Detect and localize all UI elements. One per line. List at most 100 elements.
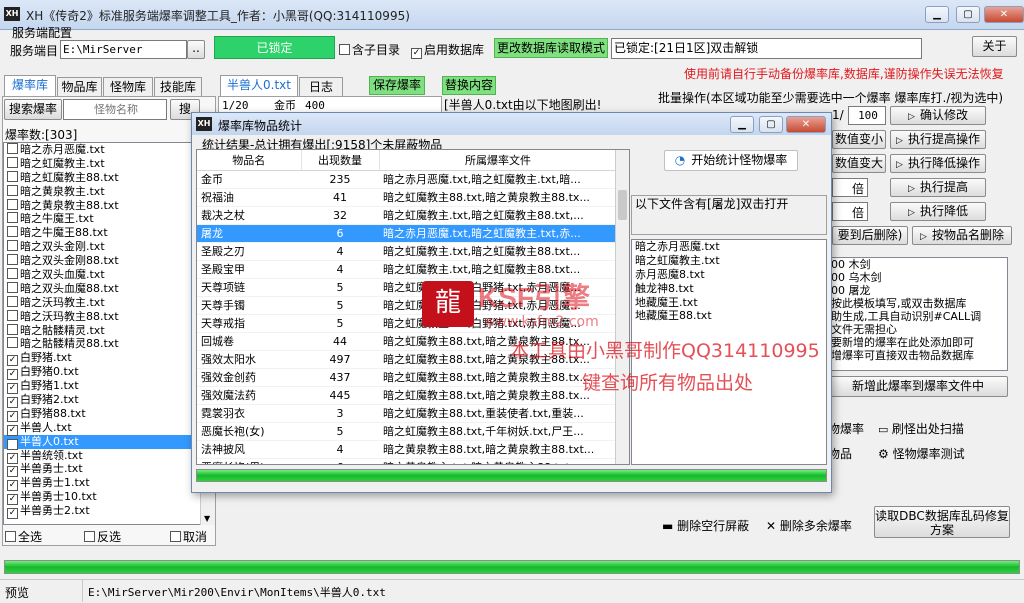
tab-drop-library[interactable]: 爆率库	[4, 75, 56, 97]
locked-status-field[interactable]: 已锁定:[21日1区]双击解锁	[611, 38, 922, 59]
exec-lower-button[interactable]: ▷ 执行降低	[890, 202, 986, 221]
stats-row[interactable]: 恶魔长袍(男)6暗之黄泉教主.txt,暗之黄泉教主88.txt,...	[197, 458, 617, 464]
drop-file-item[interactable]: 暗之黄泉教主.txt	[4, 184, 214, 199]
save-drop-button[interactable]: 保存爆率	[369, 76, 425, 95]
delete-by-name-button[interactable]: ▷ 按物品名删除	[912, 226, 1012, 245]
file-checkbox[interactable]	[7, 268, 18, 280]
drop-file-item[interactable]: ✓ 白野猪2.txt	[4, 393, 214, 409]
containing-file-item[interactable]: 触龙神8.txt	[632, 282, 826, 296]
drop-file-item[interactable]: 暗之牛魔王.txt	[4, 212, 214, 226]
select-all-checkbox[interactable]: 全选	[5, 528, 42, 545]
drop-file-item[interactable]: 暗之黄泉教主88.txt	[4, 198, 214, 213]
drop-file-item[interactable]: ✓ 半兽勇士1.txt	[4, 476, 214, 492]
server-dir-input[interactable]: E:\MirServer	[60, 40, 187, 59]
drop-file-item[interactable]: 暗之虹魔教主88.txt	[4, 170, 214, 185]
browse-button[interactable]: ..	[187, 40, 205, 59]
file-checkbox[interactable]	[7, 254, 18, 266]
batch-ratio-input[interactable]: 100	[848, 106, 886, 125]
tab-monster-library[interactable]: 怪物库	[103, 77, 153, 97]
monster-name-input[interactable]	[63, 99, 167, 120]
search-drop-button[interactable]: 搜索爆率	[4, 99, 62, 120]
file-checkbox[interactable]	[7, 212, 18, 224]
file-checkbox[interactable]: ✓	[7, 508, 18, 520]
stats-row[interactable]: 圣殿之刃 4 暗之虹魔教主.txt,暗之虹魔教主88.txt...	[197, 242, 617, 261]
maximize-button[interactable]: ▢	[956, 6, 980, 23]
stats-table-scrollbar[interactable]	[615, 150, 629, 464]
delete-extra-drop-button[interactable]: ✕ 删除多余爆率	[766, 517, 852, 534]
drop-file-item[interactable]: ✓ 白野猪0.txt	[4, 365, 214, 381]
drop-file-item[interactable]: ✓ 半兽人.txt	[4, 421, 214, 436]
containing-file-item[interactable]: 赤月恶魔8.txt	[632, 268, 826, 282]
file-checkbox[interactable]	[7, 295, 18, 307]
stats-row[interactable]: 强效金创药 437 暗之虹魔教主88.txt,暗之黄泉教主88.tx...	[197, 368, 617, 387]
file-checkbox[interactable]	[7, 226, 18, 238]
value-smaller-button[interactable]: 数值变小	[832, 130, 886, 149]
drop-file-item[interactable]: 暗之虹魔教主.txt	[4, 156, 214, 171]
drop-file-item[interactable]: 暗之沃玛教主.txt	[4, 295, 214, 310]
dialog-minimize-button[interactable]: ▁	[730, 116, 754, 133]
stats-row[interactable]: 屠龙 6 暗之赤月恶魔.txt,暗之虹魔教主.txt,赤...	[197, 224, 617, 243]
stats-row[interactable]: 强效魔法药 445 暗之虹魔教主88.txt,暗之黄泉教主88.tx...	[197, 386, 617, 405]
drop-file-item[interactable]: 暗之赤月恶魔.txt	[4, 143, 214, 157]
sub-dir-checkbox[interactable]: 含子目录	[339, 41, 400, 58]
start-stats-button[interactable]: ◔ 开始统计怪物爆率	[664, 150, 798, 171]
dialog-maximize-button[interactable]: ▢	[759, 116, 783, 133]
stats-row[interactable]: 祝福油 41 暗之虹魔教主88.txt,暗之黄泉教主88.tx...	[197, 188, 617, 207]
add-drop-button[interactable]: 新增此爆率到爆率文件中	[828, 376, 1008, 397]
column-header-count[interactable]: 出现数量	[301, 150, 380, 171]
file-checkbox[interactable]	[7, 309, 18, 321]
monster-test-button[interactable]: ⚙ 怪物爆率测试	[878, 445, 965, 462]
stats-row[interactable]: 霓裳羽衣 3 暗之虹魔教主88.txt,重装使者.txt,重装...	[197, 404, 617, 423]
column-header-item-name[interactable]: 物品名	[197, 150, 302, 171]
file-checkbox[interactable]	[7, 198, 18, 210]
tab-skill-library[interactable]: 技能库	[154, 77, 202, 97]
containing-file-item[interactable]: 地藏魔王88.txt	[632, 309, 826, 323]
drop-file-list[interactable]: 暗之赤月恶魔.txt 暗之虹魔教主.txt 暗之虹魔教主88.txt 暗之黄泉教主.t…	[3, 142, 215, 525]
file-checkbox[interactable]	[7, 281, 18, 293]
containing-file-item[interactable]: 暗之赤月恶魔.txt	[632, 240, 826, 254]
about-button[interactable]: 关于	[972, 36, 1017, 57]
drop-file-item[interactable]: ✓ 白野猪.txt	[4, 351, 214, 367]
delete-empty-lines-button[interactable]: ▬ 删除空行屏蔽	[662, 517, 749, 534]
stats-row[interactable]: 恶魔长袍(女) 5 暗之虹魔教主88.txt,千年树妖.txt,尸王...	[197, 422, 617, 441]
invert-checkbox[interactable]: 反选	[84, 528, 121, 545]
drop-file-item[interactable]: ✓ 半兽勇士10.txt	[4, 490, 214, 506]
drop-file-item[interactable]: ✓ 白野猪88.txt	[4, 407, 214, 422]
file-checkbox[interactable]	[7, 323, 18, 335]
column-header-files[interactable]: 所属爆率文件	[379, 150, 618, 171]
drop-file-item[interactable]: 暗之骷髅精灵.txt	[4, 323, 214, 338]
file-checkbox[interactable]	[7, 240, 18, 252]
drop-file-item[interactable]: ✓ 半兽人0.txt	[4, 434, 214, 450]
value-bigger-button[interactable]: 数值变大	[832, 154, 886, 173]
minimize-button[interactable]: ▁	[925, 6, 949, 23]
drop-file-item[interactable]: 暗之双头金刚88.txt	[4, 254, 214, 268]
replace-content-button[interactable]: 替换内容	[442, 76, 496, 95]
cancel-checkbox[interactable]: 取消	[170, 528, 207, 545]
stats-row[interactable]: 裁决之杖 32 暗之虹魔教主.txt,暗之虹魔教主88.txt,...	[197, 206, 617, 225]
change-db-mode-button[interactable]: 更改数据库读取模式	[494, 38, 608, 58]
drop-file-item[interactable]: 暗之双头血魔88.txt	[4, 281, 214, 296]
drop-file-item[interactable]: 暗之双头金刚.txt	[4, 240, 214, 254]
stats-row[interactable]: 金币 235 暗之赤月恶魔.txt,暗之虹魔教主.txt,暗...	[197, 170, 617, 189]
refresh-scan-button[interactable]: ▭ 刷怪出处扫描	[878, 420, 964, 437]
raise-operation-button[interactable]: ▷ 执行提高操作	[890, 130, 986, 149]
dialog-close-button[interactable]: ✕	[786, 116, 826, 133]
containing-file-item[interactable]: 暗之虹魔教主.txt	[632, 254, 826, 268]
drop-file-item[interactable]: ✓ 白野猪1.txt	[4, 379, 214, 395]
drop-file-item[interactable]: ✓ 半兽统领.txt	[4, 449, 214, 464]
tab-log[interactable]: 日志	[299, 77, 343, 97]
delete-to-button[interactable]: 要到后删除)	[832, 226, 908, 245]
monster-drop-label[interactable]: 物爆率	[828, 420, 864, 437]
tab-item-library[interactable]: 物品库	[57, 77, 102, 97]
new-drop-textarea[interactable]: 00 木剑 00 乌木剑 00 屠龙 按此模板填写,或双击数据库 助生成,工具自动识别#…	[828, 257, 1008, 371]
drop-file-item[interactable]: ✓ 半兽勇士.txt	[4, 462, 214, 478]
drop-file-item[interactable]: 暗之骷髅精灵88.txt	[4, 337, 214, 351]
drop-file-item[interactable]: ✓ 半兽勇士2.txt	[4, 504, 214, 520]
lower-operation-button[interactable]: ▷ 执行降低操作	[890, 154, 986, 173]
scroll-down-icon[interactable]: ▼	[204, 514, 210, 523]
exec-raise-button[interactable]: ▷ 执行提高	[890, 178, 986, 197]
stats-scroll-thumb[interactable]	[618, 190, 627, 220]
use-db-checkbox[interactable]: ✓ 启用数据库	[411, 41, 484, 59]
locked-button[interactable]: 已锁定	[214, 36, 335, 59]
file-checkbox[interactable]	[7, 184, 18, 196]
